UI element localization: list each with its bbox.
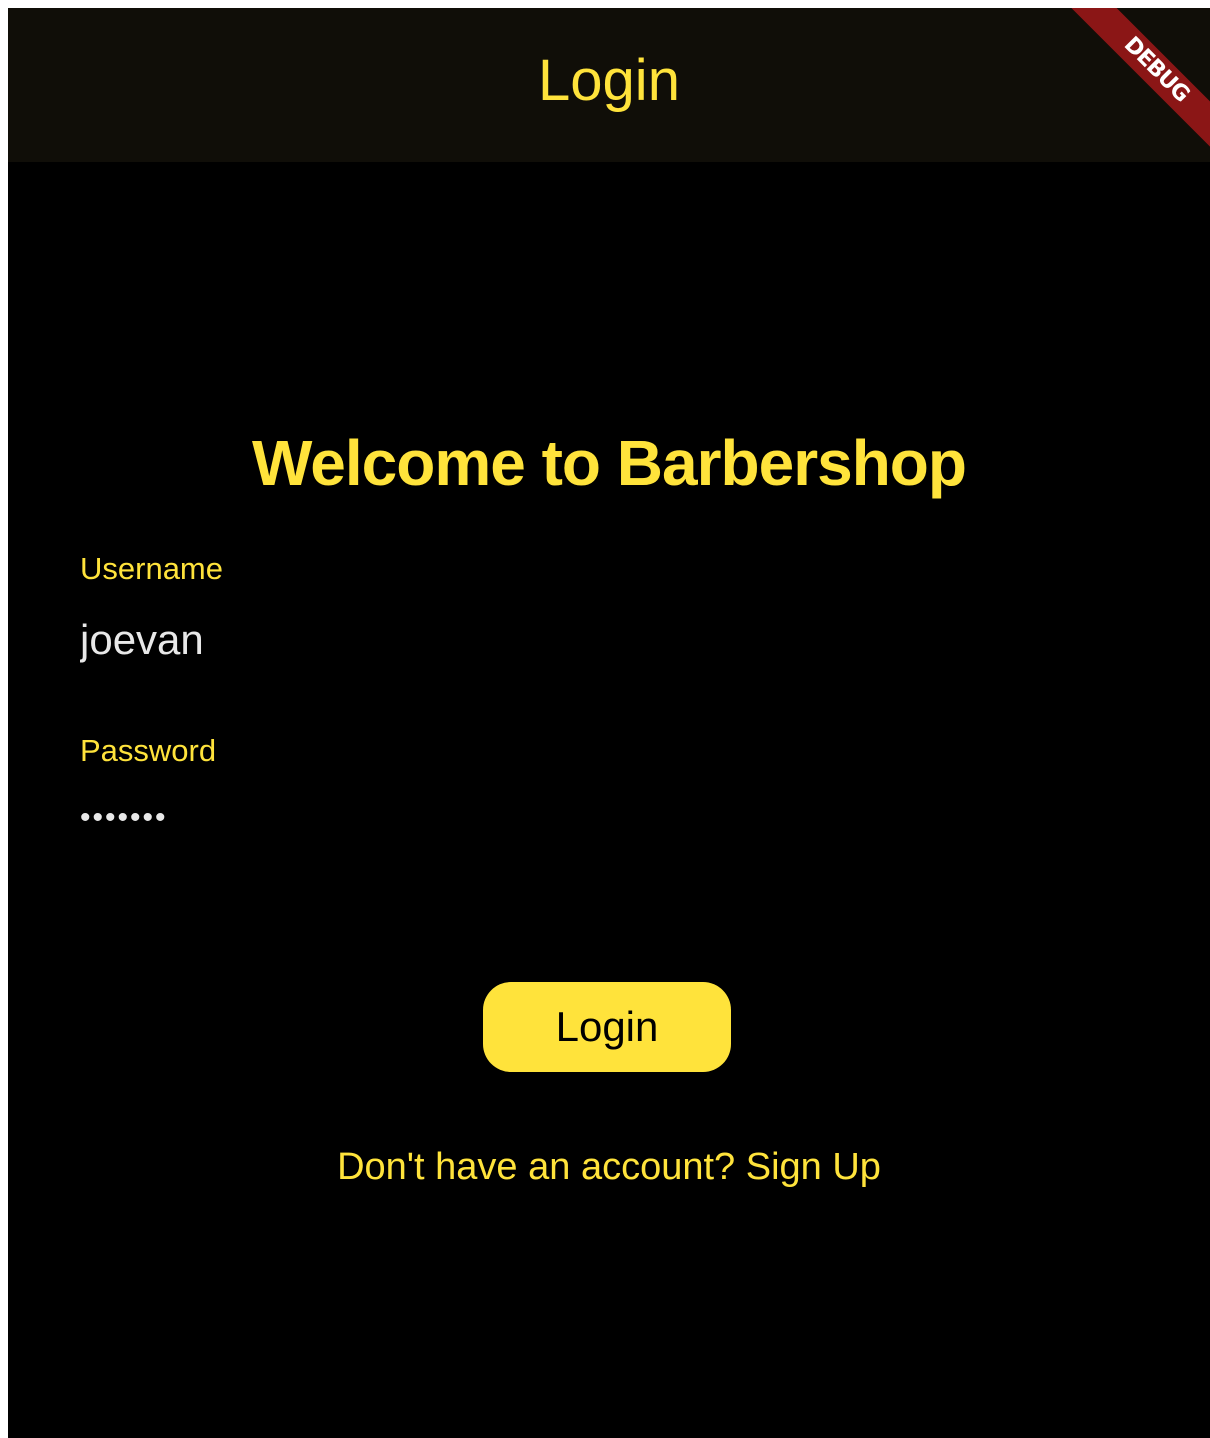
welcome-heading: Welcome to Barbershop [252, 427, 967, 499]
app-bar: Login [8, 8, 1210, 162]
page-title: Login [538, 48, 680, 113]
username-input[interactable] [80, 612, 1138, 668]
username-label: Username [80, 551, 223, 586]
signup-link[interactable]: Don't have an account? Sign Up [8, 1144, 1210, 1190]
password-input[interactable] [80, 798, 1138, 838]
password-label: Password [80, 733, 217, 768]
login-screen: Login DEBUG Welcome to Barbershop Userna… [8, 8, 1210, 1438]
login-button[interactable]: Login [483, 982, 731, 1072]
